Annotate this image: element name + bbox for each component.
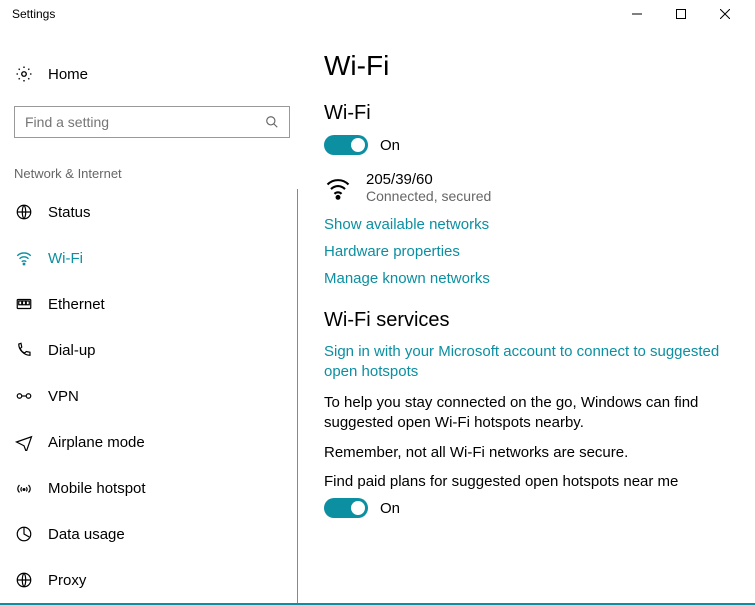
nav-item-airplane[interactable]: Airplane mode — [8, 419, 297, 465]
nav-item-wifi[interactable]: Wi-Fi — [8, 235, 297, 281]
close-icon — [720, 9, 730, 19]
minimize-icon — [632, 9, 642, 19]
nav-item-hotspot[interactable]: Mobile hotspot — [8, 465, 297, 511]
left-pane: Home Network & Internet Status — [0, 28, 298, 603]
phone-icon — [14, 341, 34, 359]
nav-item-status[interactable]: Status — [8, 189, 297, 235]
paid-plans-label: Find paid plans for suggested open hotsp… — [324, 473, 735, 490]
paid-plans-toggle-label: On — [380, 500, 400, 517]
wifi-toggle-label: On — [380, 137, 400, 154]
gear-icon — [14, 65, 34, 83]
link-hardware-properties[interactable]: Hardware properties — [324, 243, 735, 260]
nav-label: Dial-up — [48, 342, 96, 359]
wifi-icon — [14, 249, 34, 267]
nav-item-vpn[interactable]: VPN — [8, 373, 297, 419]
maximize-icon — [676, 9, 686, 19]
hotspot-icon — [14, 479, 34, 497]
wifi-toggle-row: On — [324, 135, 735, 155]
search-input[interactable] — [25, 114, 265, 130]
page-title: Wi-Fi — [324, 50, 735, 82]
link-signin-hotspots[interactable]: Sign in with your Microsoft account to c… — [324, 342, 724, 383]
nav-label: Proxy — [48, 572, 86, 589]
paid-plans-toggle[interactable] — [324, 498, 368, 518]
nav-label: Wi-Fi — [48, 250, 83, 267]
network-status: Connected, secured — [366, 188, 491, 204]
nav-label: Data usage — [48, 526, 125, 543]
nav-item-dialup[interactable]: Dial-up — [8, 327, 297, 373]
nav-list: Status Wi-Fi Ethernet — [8, 189, 298, 603]
nav-label: Airplane mode — [48, 434, 145, 451]
ethernet-icon — [14, 295, 34, 313]
nav-label: VPN — [48, 388, 79, 405]
wifi-toggle[interactable] — [324, 135, 368, 155]
close-button[interactable] — [703, 0, 747, 28]
nav-label: Mobile hotspot — [48, 480, 146, 497]
wifi-services-help: To help you stay connected on the go, Wi… — [324, 393, 724, 434]
nav-item-datausage[interactable]: Data usage — [8, 511, 297, 557]
link-show-networks[interactable]: Show available networks — [324, 216, 735, 233]
vpn-icon — [14, 387, 34, 405]
nav-item-ethernet[interactable]: Ethernet — [8, 281, 297, 327]
paid-plans-toggle-row: On — [324, 498, 735, 518]
wifi-services-remember: Remember, not all Wi-Fi networks are sec… — [324, 443, 724, 463]
wifi-services-title: Wi-Fi services — [324, 309, 735, 332]
minimize-button[interactable] — [615, 0, 659, 28]
main-pane: Wi-Fi Wi-Fi On 205/39/60 Connected, secu… — [298, 28, 755, 603]
nav-label: Status — [48, 204, 91, 221]
link-manage-known-networks[interactable]: Manage known networks — [324, 270, 735, 287]
wifi-signal-icon — [324, 174, 352, 202]
current-network[interactable]: 205/39/60 Connected, secured — [324, 171, 735, 204]
home-label: Home — [48, 66, 88, 83]
maximize-button[interactable] — [659, 0, 703, 28]
proxy-icon — [14, 571, 34, 589]
home-nav[interactable]: Home — [8, 52, 298, 96]
airplane-icon — [14, 433, 34, 451]
window-title: Settings — [8, 7, 55, 21]
titlebar: Settings — [0, 0, 755, 28]
globe-icon — [14, 203, 34, 221]
wifi-section-title: Wi-Fi — [324, 102, 735, 125]
section-title: Network & Internet — [14, 166, 298, 181]
nav-label: Ethernet — [48, 296, 105, 313]
network-name: 205/39/60 — [366, 171, 491, 188]
search-icon — [265, 115, 279, 129]
nav-item-proxy[interactable]: Proxy — [8, 557, 297, 603]
data-usage-icon — [14, 525, 34, 543]
search-box[interactable] — [14, 106, 290, 138]
